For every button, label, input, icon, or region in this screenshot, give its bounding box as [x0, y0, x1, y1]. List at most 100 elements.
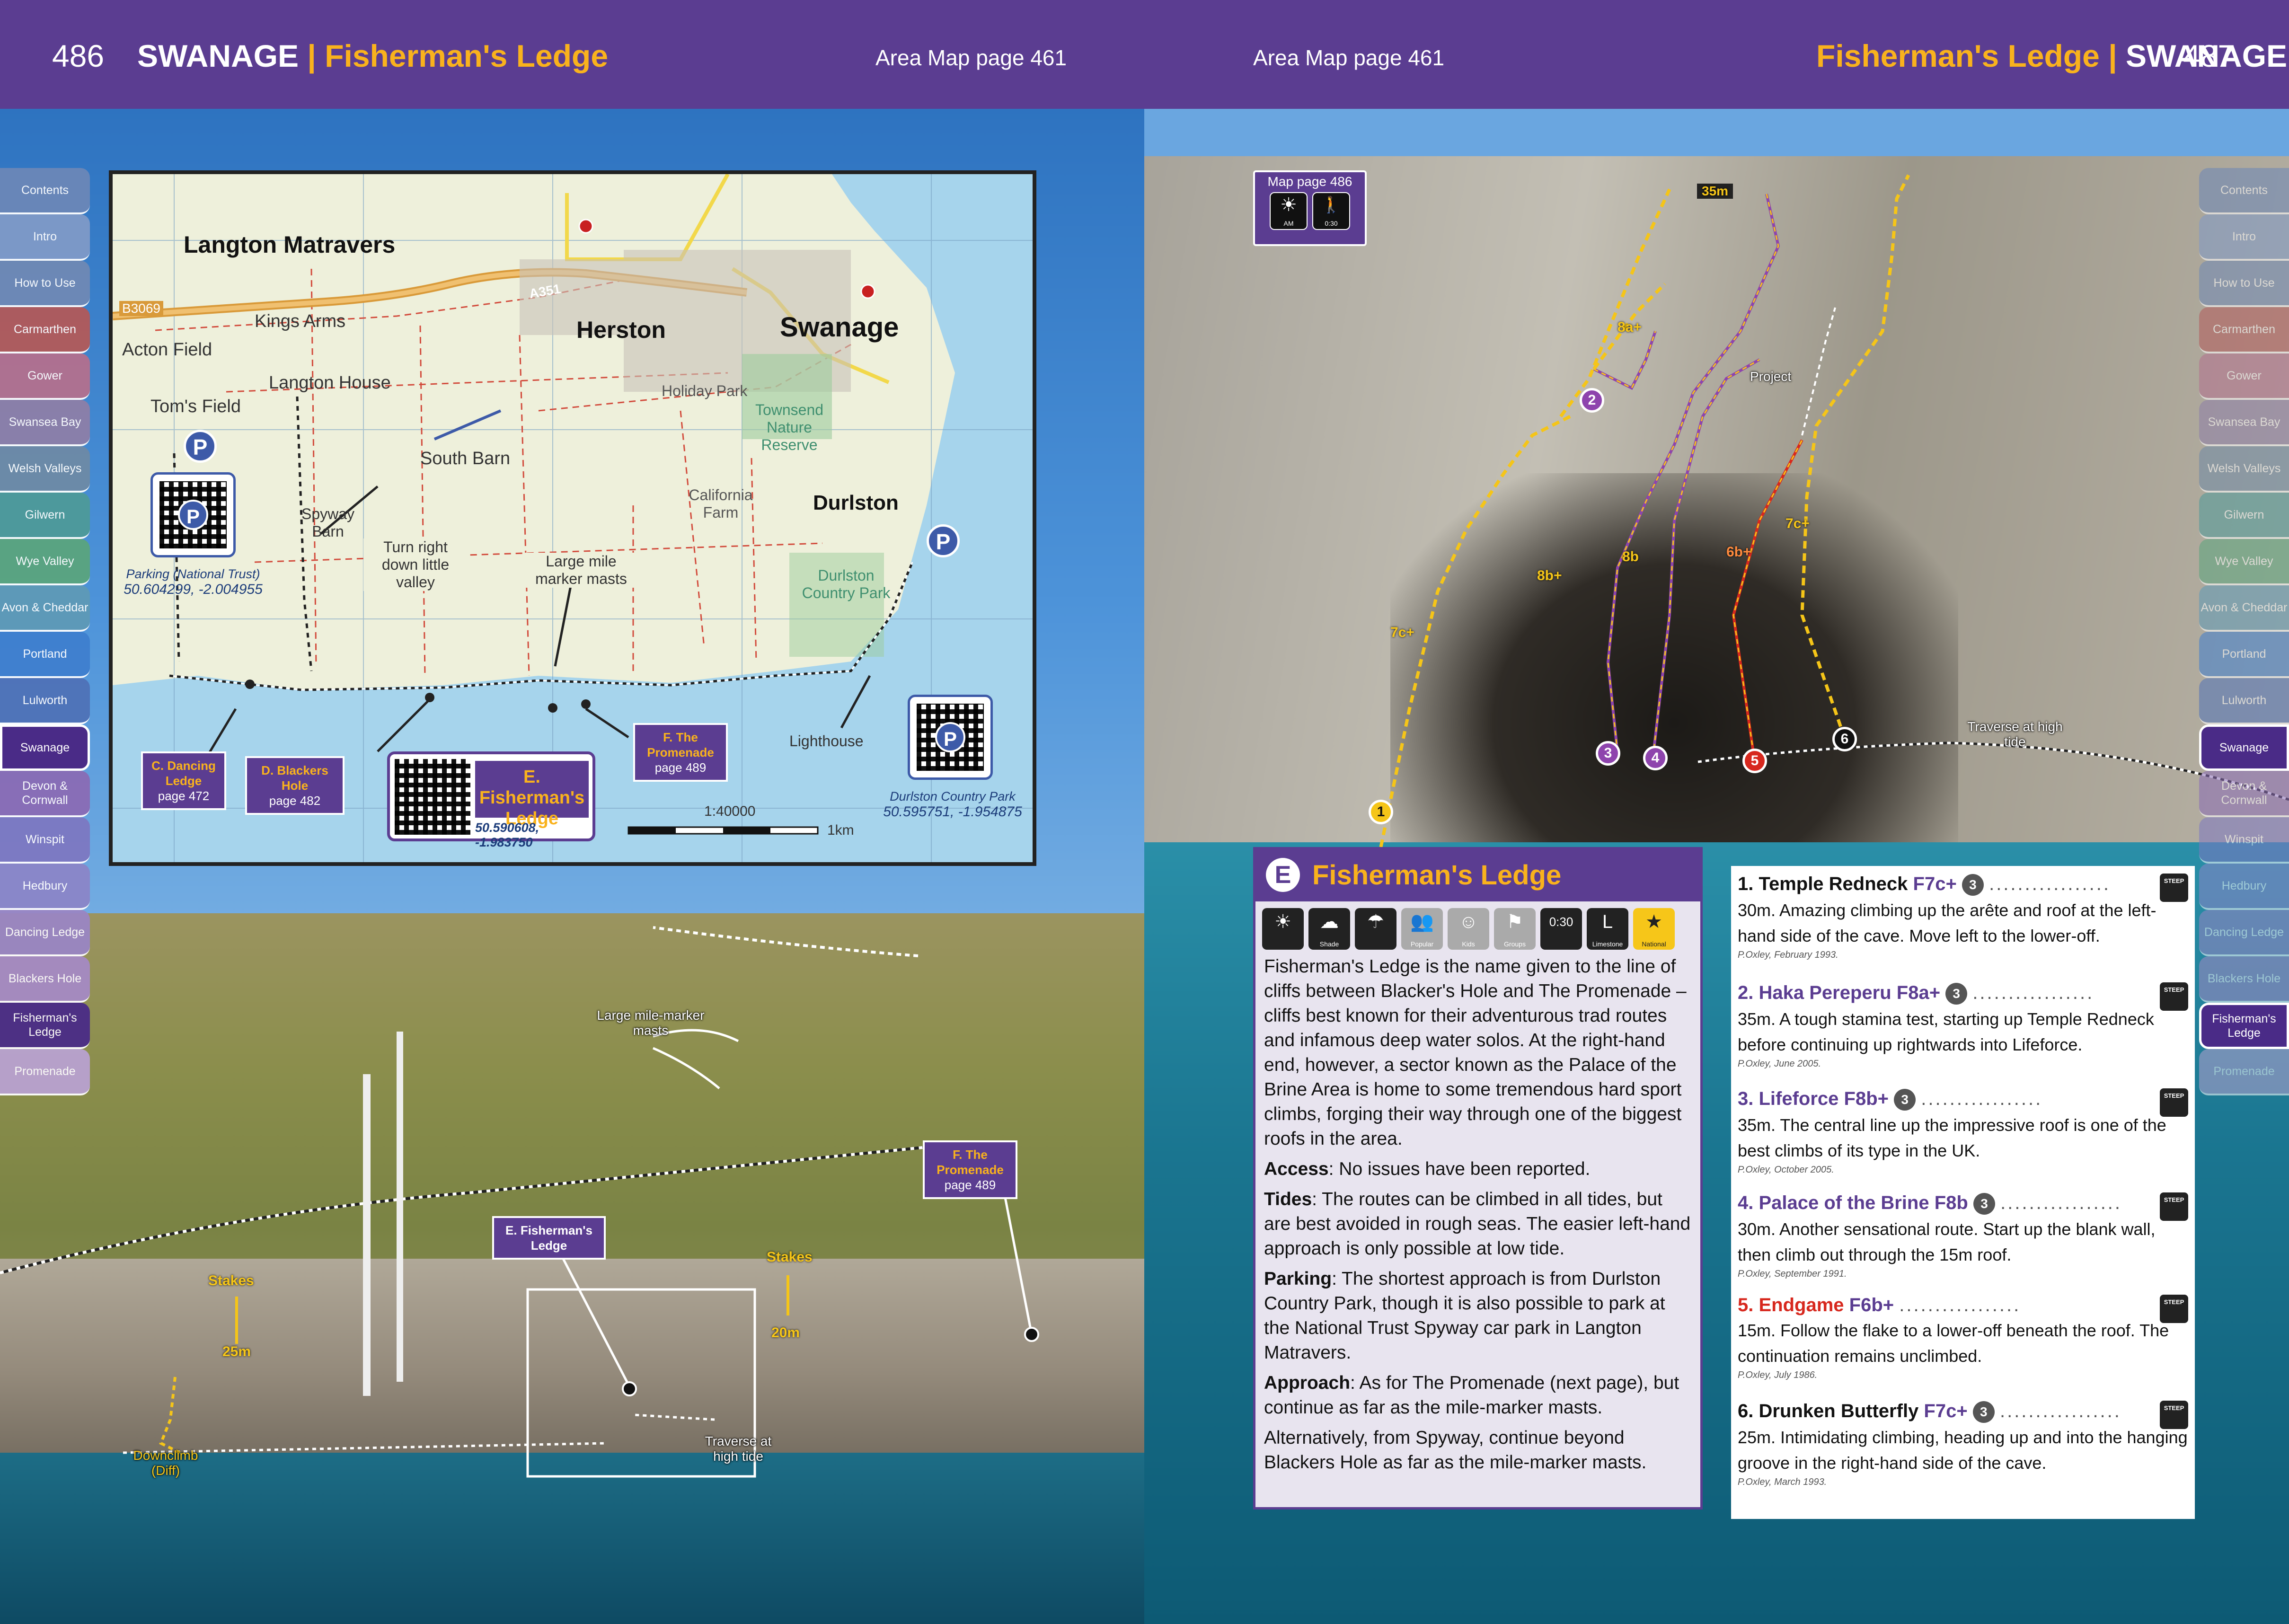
section-tab-devon-cornwall[interactable]: Devon & Cornwall — [2199, 771, 2289, 817]
walk-icon: 🚶 0:30 — [1312, 192, 1350, 230]
section-tabs-right: Contents Intro How to Use Carmarthen Gower Sw… — [2199, 168, 2289, 1095]
crag-info-title: E Fisherman's Ledge — [1255, 849, 1700, 901]
map-page-link: Map page 486 — [1267, 174, 1352, 189]
approach-alt-para: Alternatively, from Spyway, continue bey… — [1264, 1428, 1647, 1473]
section-tab-fisherman-s-ledge[interactable]: Fisherman's Ledge — [2199, 1003, 2289, 1049]
route-line-5 — [1732, 439, 1803, 762]
section-tab-avon-cheddar[interactable]: Avon & Cheddar — [2199, 585, 2289, 632]
right-page: Area Map page 461 Fisherman's Ledge | SW… — [1144, 0, 2289, 1624]
route-heading: 3. Lifeforce F8b+ 3 ................. STE… — [1738, 1088, 2188, 1117]
route-entry[interactable]: 3. Lifeforce F8b+ 3 ................. STE… — [1738, 1088, 2188, 1175]
section-tab-promenade[interactable]: Promenade — [2199, 1049, 2289, 1095]
first-ascent: P.Oxley, September 1991. — [1738, 1269, 1847, 1280]
star-rating-icon: 3 — [1894, 1089, 1916, 1111]
route-grade: F7c+ — [1913, 874, 1957, 894]
route-list: 1. Temple Redneck F7c+ 3 ...............… — [1731, 866, 2195, 1519]
section-tab-gower[interactable]: Gower — [2199, 353, 2289, 400]
route-entry[interactable]: 5. Endgame F6b+ ................. STEEP 15… — [1738, 1295, 2188, 1381]
section-tab-lulworth[interactable]: Lulworth — [2199, 678, 2289, 724]
steep-icon: STEEP — [2160, 1192, 2188, 1221]
icon-glyph: ☂ — [1367, 911, 1384, 932]
route-heading: 1. Temple Redneck F7c+ 3 ...............… — [1738, 874, 2188, 902]
route-name: Endgame — [1759, 1295, 1844, 1315]
icon-glyph: ★ — [1645, 911, 1662, 932]
leader-dots: ................. — [1989, 874, 2111, 894]
photo-label-stakes-right: Stakes — [767, 1249, 813, 1265]
route-grade: F8b+ — [1844, 1088, 1889, 1109]
first-ascent: P.Oxley, February 1993. — [1738, 950, 1838, 961]
photo-crag-box-promenade[interactable]: F. The Promenade page 489 — [923, 1140, 1017, 1199]
topo-grade-6: 7c+ — [1785, 516, 1810, 531]
section-tab-contents[interactable]: Contents — [2199, 168, 2289, 214]
photo-overlay — [0, 926, 1039, 1478]
star-rating-icon: 3 — [1962, 874, 1984, 896]
icon-glyph: L — [1602, 911, 1613, 932]
section-tab-carmarthen[interactable]: Carmarthen — [2199, 307, 2289, 353]
topo-height: 35m — [1697, 184, 1733, 199]
section-tab-swansea-bay[interactable]: Swansea Bay — [2199, 400, 2289, 446]
section-tab-welsh-valleys[interactable]: Welsh Valleys — [2199, 446, 2289, 493]
leader-dots: ................. — [2000, 1192, 2122, 1213]
route-name: Drunken Butterfly — [1759, 1401, 1919, 1421]
aspect-icon: ☀ AM — [1270, 192, 1308, 230]
section-tab-intro[interactable]: Intro — [2199, 214, 2289, 261]
route-description: 30m. Amazing climbing up the arête and r… — [1738, 900, 2156, 946]
route-heading: 2. Haka Pereperu F8a+ 3 ................… — [1738, 982, 2188, 1011]
steep-icon: STEEP — [2160, 1295, 2188, 1323]
crag-title: The Promenade — [937, 1147, 1004, 1177]
topo-grade-2: 8a+ — [1617, 319, 1642, 335]
icon-label: Kids — [1462, 940, 1475, 948]
icon-label: Groups — [1504, 940, 1526, 948]
crag-page: page 489 — [944, 1178, 996, 1192]
route-name: Haka Pereperu — [1759, 982, 1891, 1003]
map-page-badge[interactable]: Map page 486 ☀ AM 🚶 0:30 — [1253, 170, 1367, 246]
topo-grade-4: 8b — [1622, 549, 1639, 565]
route-line-3 — [1606, 194, 1780, 753]
limestone-icon: L Limestone — [1587, 908, 1628, 950]
icon-label: National — [1642, 940, 1666, 948]
crag-info-name: Fisherman's Ledge — [1312, 860, 1562, 891]
section-tab-how-to-use[interactable]: How to Use — [2199, 261, 2289, 307]
route-entry[interactable]: 4. Palace of the Brine F8b 3 ...........… — [1738, 1192, 2188, 1280]
section-tab-swanage[interactable]: Swanage — [2199, 724, 2289, 771]
steep-icon: STEEP — [2160, 982, 2188, 1011]
route-entry[interactable]: 2. Haka Pereperu F8a+ 3 ................… — [1738, 982, 2188, 1069]
tides-label: Tides — [1264, 1189, 1312, 1209]
section-tab-hedbury[interactable]: Hedbury — [2199, 864, 2289, 910]
left-page: 486 SWANAGE | Fisherman's Ledge Area Map… — [0, 0, 1144, 1624]
route-description: 35m. The central line up the impressive … — [1738, 1115, 2166, 1161]
sun-icon: ☀ — [1262, 908, 1304, 950]
section-tab-portland[interactable]: Portland — [2199, 632, 2289, 678]
icon-glyph: 👥 — [1410, 911, 1434, 932]
section-tab-wye-valley[interactable]: Wye Valley — [2199, 539, 2289, 585]
leader-dots: ................. — [1899, 1295, 2021, 1315]
crag-letter: F. — [953, 1147, 963, 1162]
steep-icon: STEEP — [2160, 1088, 2188, 1117]
section-tab-winspit[interactable]: Winspit — [2199, 817, 2289, 864]
star-rating-icon: 3 — [1973, 1193, 1995, 1215]
route-number: 1. — [1738, 874, 1754, 894]
leader-dots: ................. — [1972, 982, 2095, 1003]
kids-icon: ☺ Kids — [1448, 908, 1489, 950]
crag-info-box: E Fisherman's Ledge ☀ ☁ Shade ☂ 👥 Popular ☺ Kid… — [1253, 847, 1703, 1509]
route-entry[interactable]: 1. Temple Redneck F7c+ 3 ...............… — [1738, 874, 2188, 961]
photo-crag-box-fishermans[interactable]: E. Fisherman's Ledge — [492, 1216, 606, 1260]
topo-marker-4: 4 — [1643, 746, 1668, 770]
parking-para: Parking: The shortest approach is from D… — [1255, 1264, 1700, 1368]
topo-grade-5: 6b+ — [1726, 544, 1751, 560]
crag-intro: Fisherman's Ledge is the name given to t… — [1264, 956, 1687, 1149]
walk-icon: 0:30 — [1540, 908, 1582, 950]
route-entry[interactable]: 6. Drunken Butterfly F7c+ 3 ............… — [1738, 1401, 2188, 1488]
section-tab-gilwern[interactable]: Gilwern — [2199, 493, 2289, 539]
photo-label-masts: Large mile-marker masts — [597, 1008, 705, 1038]
route-heading: 6. Drunken Butterfly F7c+ 3 ............… — [1738, 1401, 2188, 1429]
section-tab-dancing-ledge[interactable]: Dancing Ledge — [2199, 910, 2289, 956]
route-grade: F7c+ — [1924, 1401, 1968, 1421]
section-tab-blackers-hole[interactable]: Blackers Hole — [2199, 956, 2289, 1003]
aspect-label: AM — [1283, 220, 1294, 227]
tides-para: Tides: The routes can be climbed in all … — [1255, 1184, 1700, 1264]
photo-label-stakes-left: Stakes — [208, 1273, 254, 1289]
topo-lines — [1379, 174, 2289, 847]
route-description: 15m. Follow the flake to a lower-off ben… — [1738, 1321, 2169, 1366]
access-para: Access: No issues have been reported. — [1255, 1154, 1700, 1184]
